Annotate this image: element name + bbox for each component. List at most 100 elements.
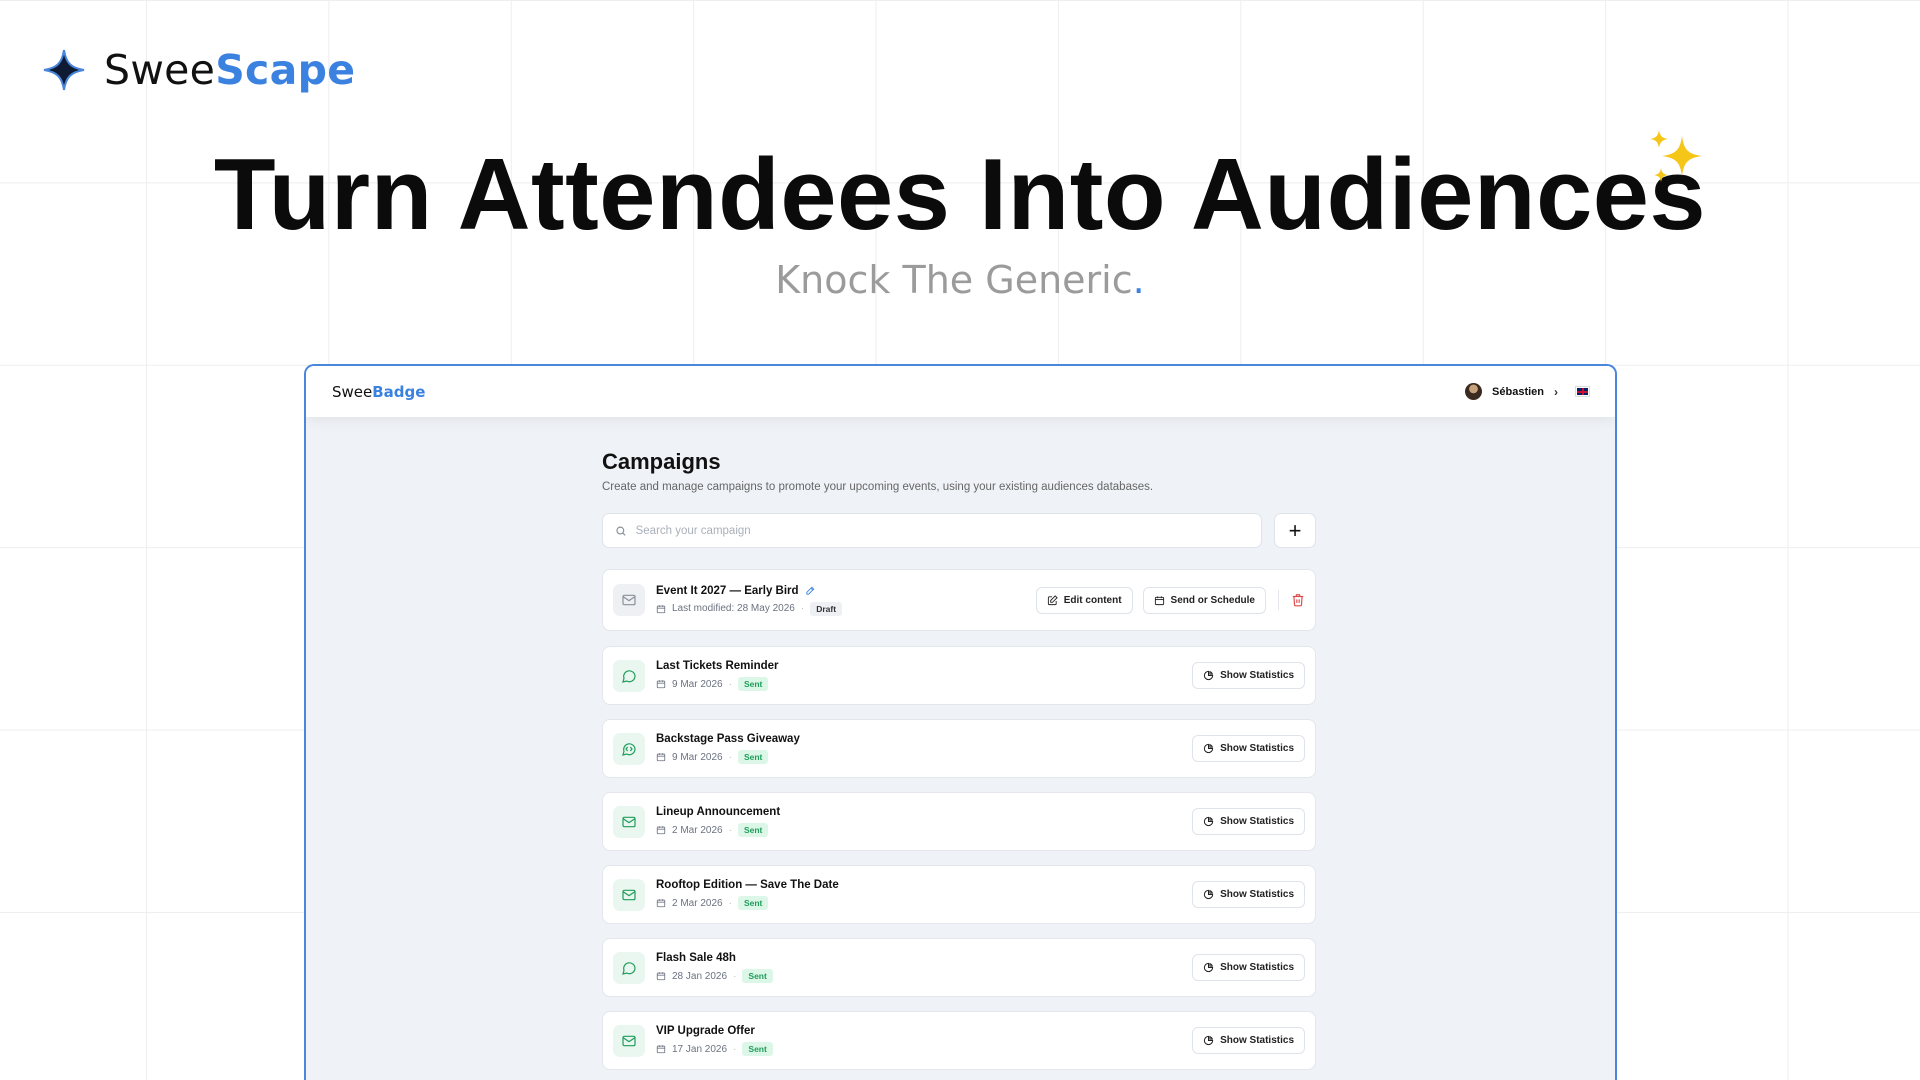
show-statistics-button[interactable]: Show Statistics xyxy=(1192,954,1305,981)
status-badge: Sent xyxy=(737,750,769,764)
status-badge: Sent xyxy=(737,677,769,691)
calendar-icon xyxy=(1154,595,1164,605)
mail-icon xyxy=(621,814,637,830)
campaign-card[interactable]: Backstage Pass Giveaway 9 Mar 2026 · Sen… xyxy=(602,719,1316,778)
brand-logo[interactable]: SweeScape xyxy=(42,46,355,94)
campaign-date: 2 Mar 2026 xyxy=(672,897,723,909)
page-title: Campaigns xyxy=(602,449,721,474)
show-statistics-label: Show Statistics xyxy=(1220,743,1294,754)
calendar-icon xyxy=(656,972,666,981)
avatar[interactable] xyxy=(1465,383,1483,400)
campaign-date: 17 Jan 2026 xyxy=(672,1043,728,1055)
calendar-icon xyxy=(656,899,666,908)
campaign-name: Rooftop Edition — Save The Date xyxy=(656,879,839,891)
campaign-meta: Backstage Pass Giveaway 9 Mar 2026 · Sen… xyxy=(656,733,800,764)
hero-subtitle-dot: . xyxy=(1132,258,1145,302)
delete-button[interactable] xyxy=(1291,593,1305,607)
campaign-date: 9 Mar 2026 xyxy=(672,751,723,763)
sparkles-icon xyxy=(1650,130,1702,182)
chevron-right-icon[interactable]: › xyxy=(1554,385,1558,399)
status-badge: Sent xyxy=(737,896,769,910)
app-header: SweeBadge Sébastien › xyxy=(306,366,1615,417)
send-or-schedule-button[interactable]: Send or Schedule xyxy=(1142,586,1266,614)
campaign-sub: Last modified: 28 May 2026 · Draft xyxy=(656,601,843,616)
add-campaign-button[interactable]: + xyxy=(1274,513,1316,548)
user-menu[interactable]: Sébastien › xyxy=(1465,383,1590,400)
separator-dot: · xyxy=(728,897,732,909)
campaign-sub: 17 Jan 2026 · Sent xyxy=(656,1042,773,1056)
pencil-icon[interactable] xyxy=(805,585,816,596)
show-statistics-button[interactable]: Show Statistics xyxy=(1192,735,1305,762)
mail-icon xyxy=(621,1033,637,1049)
hero-subtitle-text: Knock The Generic xyxy=(775,258,1133,302)
search-icon xyxy=(616,526,626,536)
campaign-list: Event It 2027 — Early Bird Last modified… xyxy=(602,569,1316,1070)
campaign-name-row: Event It 2027 — Early Bird xyxy=(656,585,842,597)
campaign-name: Lineup Announcement xyxy=(656,806,781,818)
main-content: Campaigns Create and manage campaigns to… xyxy=(602,449,1316,1070)
campaign-date: Last modified: 28 May 2026 xyxy=(672,603,795,614)
user-name: Sébastien xyxy=(1492,385,1544,398)
campaign-actions: Show Statistics xyxy=(1192,662,1305,689)
show-statistics-label: Show Statistics xyxy=(1220,670,1294,681)
separator-dot: · xyxy=(728,751,732,763)
chat-code-icon xyxy=(621,741,637,757)
campaign-actions: Edit content Send or Schedule xyxy=(1035,586,1305,614)
campaign-card[interactable]: Rooftop Edition — Save The Date 2 Mar 20… xyxy=(602,865,1316,924)
brand-name: SweeScape xyxy=(104,46,355,94)
show-statistics-button[interactable]: Show Statistics xyxy=(1192,808,1305,835)
app-logo-part2: Badge xyxy=(372,382,426,401)
app-logo[interactable]: SweeBadge xyxy=(332,383,425,401)
calendar-icon xyxy=(656,680,666,689)
brand-name-part1: Swee xyxy=(104,46,216,94)
star-icon xyxy=(43,49,85,91)
campaign-date: 9 Mar 2026 xyxy=(672,678,723,690)
campaign-meta: VIP Upgrade Offer 17 Jan 2026 · Sent xyxy=(656,1025,773,1056)
show-statistics-button[interactable]: Show Statistics xyxy=(1192,662,1305,689)
campaign-name: Event It 2027 — Early Bird xyxy=(656,584,799,597)
campaign-card[interactable]: Last Tickets Reminder 9 Mar 2026 · Sent … xyxy=(602,646,1316,705)
status-badge: Sent xyxy=(737,823,769,837)
calendar-icon xyxy=(656,1045,666,1054)
campaign-meta: Rooftop Edition — Save The Date 2 Mar 20… xyxy=(656,879,839,910)
campaign-card[interactable]: VIP Upgrade Offer 17 Jan 2026 · Sent Sho… xyxy=(602,1011,1316,1070)
show-statistics-label: Show Statistics xyxy=(1220,962,1294,973)
campaign-sub: 28 Jan 2026 · Sent xyxy=(656,969,773,983)
show-statistics-label: Show Statistics xyxy=(1220,1035,1294,1046)
separator-dot: · xyxy=(800,603,805,614)
edit-content-label: Edit content xyxy=(1063,594,1122,606)
status-badge: Sent xyxy=(742,1042,773,1056)
edit-content-button[interactable]: Edit content xyxy=(1035,586,1133,614)
show-statistics-label: Show Statistics xyxy=(1220,816,1294,827)
campaign-meta: Event It 2027 — Early Bird Last modified… xyxy=(656,585,843,616)
show-statistics-button[interactable]: Show Statistics xyxy=(1192,1027,1305,1054)
search-box[interactable] xyxy=(602,513,1262,548)
campaign-actions: Show Statistics xyxy=(1192,1027,1305,1054)
campaign-name: Backstage Pass Giveaway xyxy=(656,733,800,745)
campaign-card[interactable]: Lineup Announcement 2 Mar 2026 · Sent Sh… xyxy=(602,792,1316,851)
campaign-icon-box xyxy=(613,805,645,838)
campaign-date: 28 Jan 2026 xyxy=(672,970,728,982)
page-description: Create and manage campaigns to promote y… xyxy=(602,481,1154,493)
hero-subtitle: Knock The Generic. xyxy=(0,258,1920,302)
calendar-icon xyxy=(656,753,666,762)
send-or-schedule-label: Send or Schedule xyxy=(1170,594,1255,606)
uk-flag-icon[interactable] xyxy=(1575,386,1590,397)
campaign-meta: Flash Sale 48h 28 Jan 2026 · Sent xyxy=(656,952,773,983)
pie-chart-icon xyxy=(1203,962,1214,973)
divider xyxy=(1278,590,1279,610)
campaign-actions: Show Statistics xyxy=(1192,954,1305,981)
campaign-meta: Lineup Announcement 2 Mar 2026 · Sent xyxy=(656,806,780,837)
campaign-card-draft[interactable]: Event It 2027 — Early Bird Last modified… xyxy=(602,569,1316,631)
separator-dot: · xyxy=(733,970,737,982)
campaign-icon-box xyxy=(613,584,645,616)
mail-icon xyxy=(621,887,637,903)
campaign-meta: Last Tickets Reminder 9 Mar 2026 · Sent xyxy=(656,660,779,691)
show-statistics-button[interactable]: Show Statistics xyxy=(1192,881,1305,908)
campaign-card[interactable]: Flash Sale 48h 28 Jan 2026 · Sent Show S… xyxy=(602,938,1316,997)
status-badge: Draft xyxy=(810,601,843,616)
mail-icon xyxy=(622,594,636,606)
show-statistics-label: Show Statistics xyxy=(1220,889,1294,900)
search-input[interactable] xyxy=(635,524,1249,537)
separator-dot: · xyxy=(728,678,732,690)
